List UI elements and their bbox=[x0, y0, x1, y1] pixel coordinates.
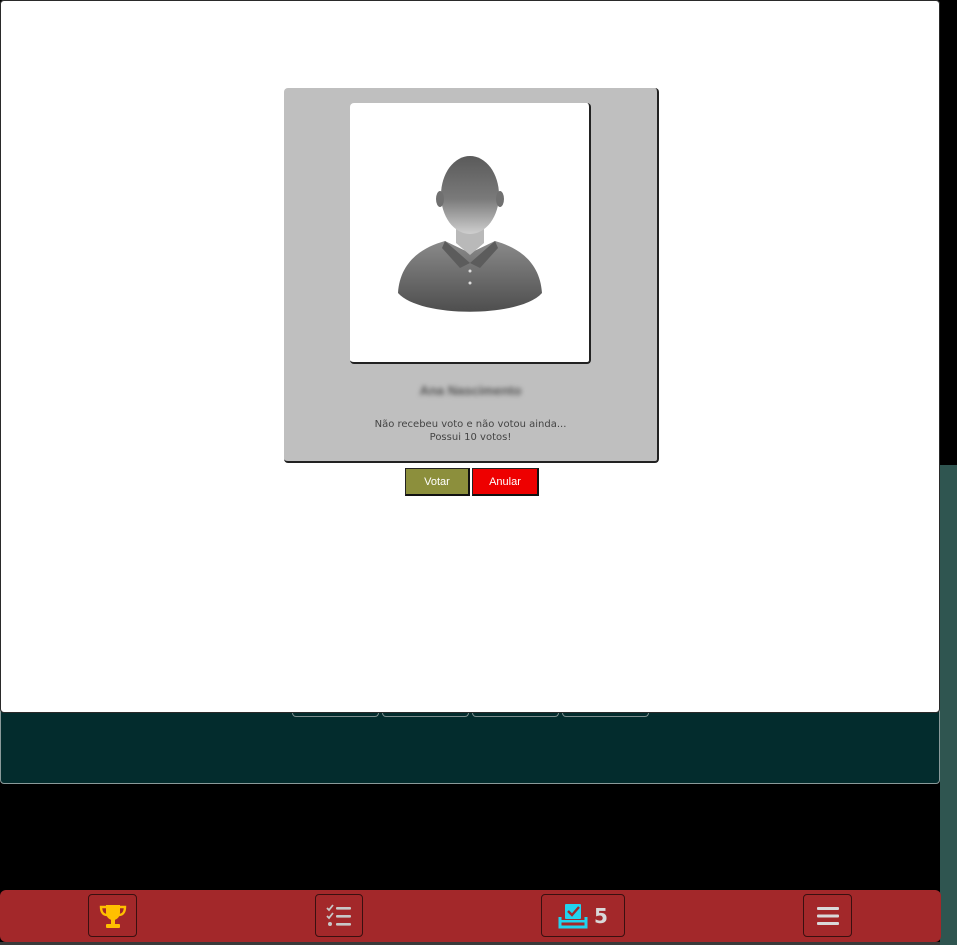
hamburger-menu-icon bbox=[816, 906, 839, 925]
vote-actions: Votar Anular bbox=[405, 468, 539, 496]
candidate-card: Ana Nascimento Não recebeu voto e não vo… bbox=[284, 88, 659, 463]
bottom-navigation: 5 bbox=[0, 890, 941, 942]
candidate-name: Ana Nascimento bbox=[419, 383, 522, 398]
nav-votes-button[interactable]: 5 bbox=[541, 894, 625, 937]
trophy-icon bbox=[99, 904, 126, 928]
nav-tasks-button[interactable] bbox=[315, 894, 363, 937]
status-line-votes-count: Possui 10 votos! bbox=[429, 432, 512, 443]
user-silhouette-icon bbox=[397, 155, 542, 312]
candidate-status: Não recebeu voto e não votou ainda... Po… bbox=[284, 418, 657, 444]
void-button[interactable]: Anular bbox=[472, 468, 539, 496]
nav-menu-button[interactable] bbox=[803, 894, 852, 937]
checklist-icon bbox=[326, 903, 351, 926]
vote-modal: Ana Nascimento Não recebeu voto e não vo… bbox=[0, 0, 940, 713]
candidate-photo bbox=[350, 103, 591, 364]
nav-ranking-button[interactable] bbox=[88, 894, 137, 937]
status-line-votes-received: Não recebeu voto e não votou ainda... bbox=[374, 419, 567, 430]
vote-button[interactable]: Votar bbox=[405, 468, 470, 496]
scrollbar-thumb[interactable] bbox=[940, 0, 957, 465]
ballot-box-check-icon bbox=[558, 903, 588, 928]
votes-count-badge: 5 bbox=[594, 903, 608, 928]
page-scrollbar[interactable] bbox=[940, 0, 957, 945]
